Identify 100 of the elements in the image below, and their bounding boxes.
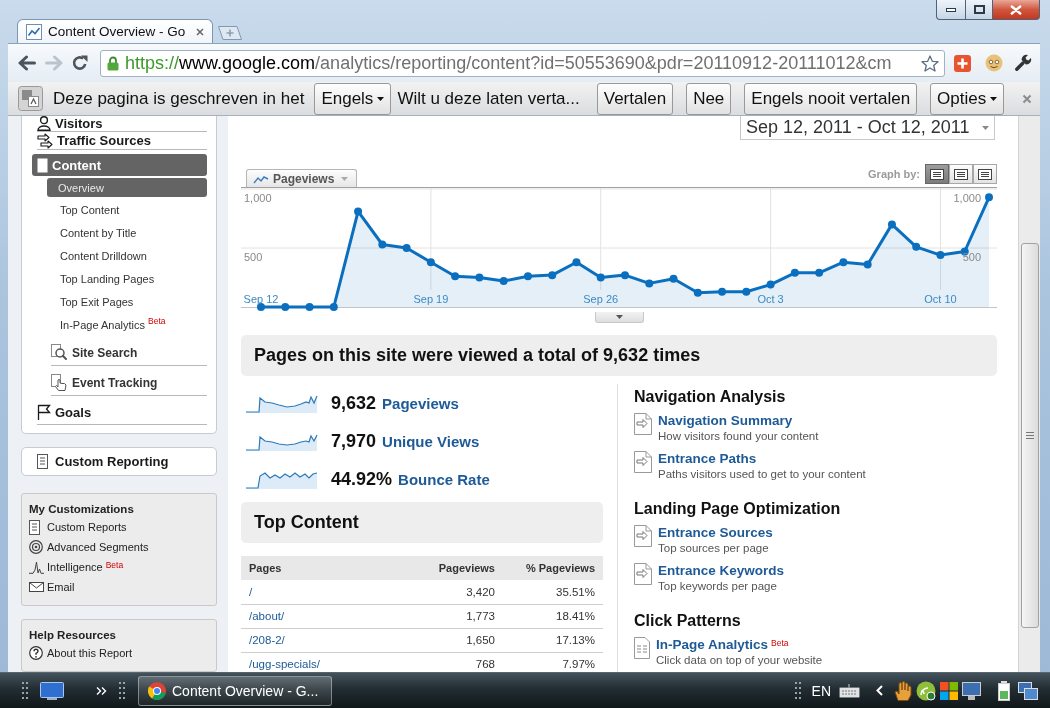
scrollbar-thumb[interactable] [1020, 243, 1039, 628]
data-point [572, 258, 581, 267]
options-dropdown[interactable]: Opties [930, 82, 1005, 115]
report-icon [37, 454, 48, 469]
close-button[interactable] [993, 0, 1040, 20]
metric-link[interactable]: Unique Views [382, 432, 480, 450]
list-icon [930, 168, 944, 180]
table-cell: 1,773 [403, 604, 503, 628]
help-link[interactable]: About this Report [29, 643, 209, 663]
data-point [329, 303, 338, 311]
chevron-icon[interactable] [876, 685, 883, 696]
minimize-icon [946, 7, 956, 12]
subnav-item[interactable]: Top Landing Pages [47, 267, 207, 290]
close-icon[interactable] [1022, 93, 1032, 104]
metric-link[interactable]: Bounce Rate [398, 470, 490, 488]
table-cell: 35.51% [503, 580, 603, 604]
monitor-icon[interactable] [40, 681, 64, 700]
document-arrow-icon [634, 563, 652, 585]
nav-item[interactable]: Site Search [51, 340, 207, 366]
data-point [766, 280, 775, 289]
data-point [863, 260, 872, 269]
star-icon[interactable] [921, 54, 939, 72]
infobar-button[interactable]: Vertalen [596, 82, 674, 115]
target-icon [29, 540, 43, 554]
infobar-button[interactable]: Engels nooit vertalen [744, 82, 918, 115]
minimize-button[interactable] [936, 0, 965, 20]
custom-reporting-link[interactable]: Custom Reporting [21, 447, 217, 476]
chevron-icon[interactable] [96, 686, 107, 695]
keyboard-icon[interactable] [839, 683, 860, 698]
page-link[interactable]: /about/ [249, 610, 285, 622]
nav-item[interactable]: Traffic Sources [37, 132, 207, 150]
graph-by-button[interactable] [925, 164, 949, 184]
list-icon [954, 168, 968, 180]
line-chart-icon [253, 173, 269, 184]
metric-link[interactable]: Pageviews [382, 394, 459, 412]
arrows-icon [37, 132, 53, 149]
document-arrow-icon [634, 525, 652, 547]
report-link[interactable]: Entrance Sources [658, 525, 773, 541]
axis-label: Oct 3 [757, 293, 784, 305]
expand-handle[interactable] [594, 312, 644, 323]
caret-icon [615, 315, 623, 319]
data-point [354, 207, 363, 216]
plus-icon[interactable] [954, 54, 971, 72]
report-icon [29, 519, 40, 535]
report-link[interactable]: Entrance Keywords [658, 563, 785, 579]
customization-link[interactable]: Email [29, 577, 209, 597]
infobar-message: Deze pagina is geschreven in het [53, 88, 305, 109]
nav-item[interactable]: Visitors [37, 116, 207, 132]
metric-dropdown[interactable]: Pageviews [246, 169, 357, 187]
person-icon [37, 116, 51, 131]
maximize-button[interactable] [965, 0, 993, 20]
close-icon[interactable] [196, 27, 204, 36]
page-link[interactable]: /ugg-specials/ [249, 658, 320, 670]
address-field[interactable]: https://www.google.com/analytics/reporting/content?id=50553690&pdr=20110912-20111012&cm [100, 49, 945, 77]
nav-item[interactable]: Event Tracking [51, 370, 207, 396]
axis-label: Sep 26 [583, 293, 619, 305]
report-link[interactable]: Navigation Summary [658, 413, 793, 429]
subnav-item[interactable]: Content Drilldown [47, 244, 207, 267]
report-link[interactable]: Entrance Paths [658, 451, 757, 467]
date-range-field[interactable]: Sep 12, 2011 - Oct 12, 2011 [740, 116, 995, 140]
nav-item[interactable]: Content [32, 154, 207, 176]
left-arrow-icon[interactable] [18, 55, 36, 71]
column-header: Pageviews [403, 556, 503, 580]
face-icon[interactable] [985, 54, 1003, 72]
subnav-item[interactable]: Top Content [47, 198, 207, 221]
data-point [621, 271, 629, 280]
link-description: Click data on top of your website [656, 653, 823, 668]
customization-link[interactable]: Intelligence $^{Beta}$ [29, 557, 209, 577]
network-icon[interactable] [1018, 681, 1038, 700]
subnav-item[interactable]: Content by Title [47, 221, 207, 244]
graph-by-label: Graph by: [868, 168, 920, 180]
subnav-item[interactable]: In-Page Analytics $^{Beta}$ [47, 313, 207, 336]
battery-icon[interactable] [998, 680, 1010, 701]
nav-item[interactable]: Goals [37, 400, 207, 425]
metric-value: 9,632 [331, 392, 377, 414]
infobar-button[interactable]: Nee [686, 82, 732, 115]
taskbar-button[interactable]: Content Overview - G... [138, 675, 332, 706]
data-point [693, 288, 702, 297]
data-point [790, 268, 799, 277]
page-link[interactable]: / [249, 585, 253, 598]
language-indicator[interactable]: EN [811, 682, 831, 699]
data-point [257, 303, 265, 311]
subnav-item[interactable]: Overview [47, 178, 207, 197]
graph-by-button[interactable] [949, 164, 973, 184]
reload-icon[interactable] [72, 55, 88, 71]
customization-link[interactable]: Custom Reports [29, 517, 209, 537]
squares-icon[interactable] [940, 681, 958, 700]
report-link[interactable]: In-Page Analytics [656, 637, 769, 653]
subnav-item[interactable]: Top Exit Pages [47, 290, 207, 313]
language-dropdown[interactable]: Engels [314, 82, 392, 115]
monitor-icon[interactable] [962, 681, 981, 700]
data-point [305, 303, 314, 311]
search-icon [51, 344, 67, 361]
page-link[interactable]: /208-2/ [249, 634, 285, 646]
customization-link[interactable]: Advanced Segments [29, 537, 209, 557]
hand-icon[interactable] [894, 680, 912, 701]
graph-by-button[interactable] [973, 164, 997, 184]
wrench-icon[interactable] [1014, 54, 1032, 72]
disc-icon[interactable] [916, 680, 936, 701]
browser-tab[interactable]: Content Overview - Go [17, 19, 213, 43]
